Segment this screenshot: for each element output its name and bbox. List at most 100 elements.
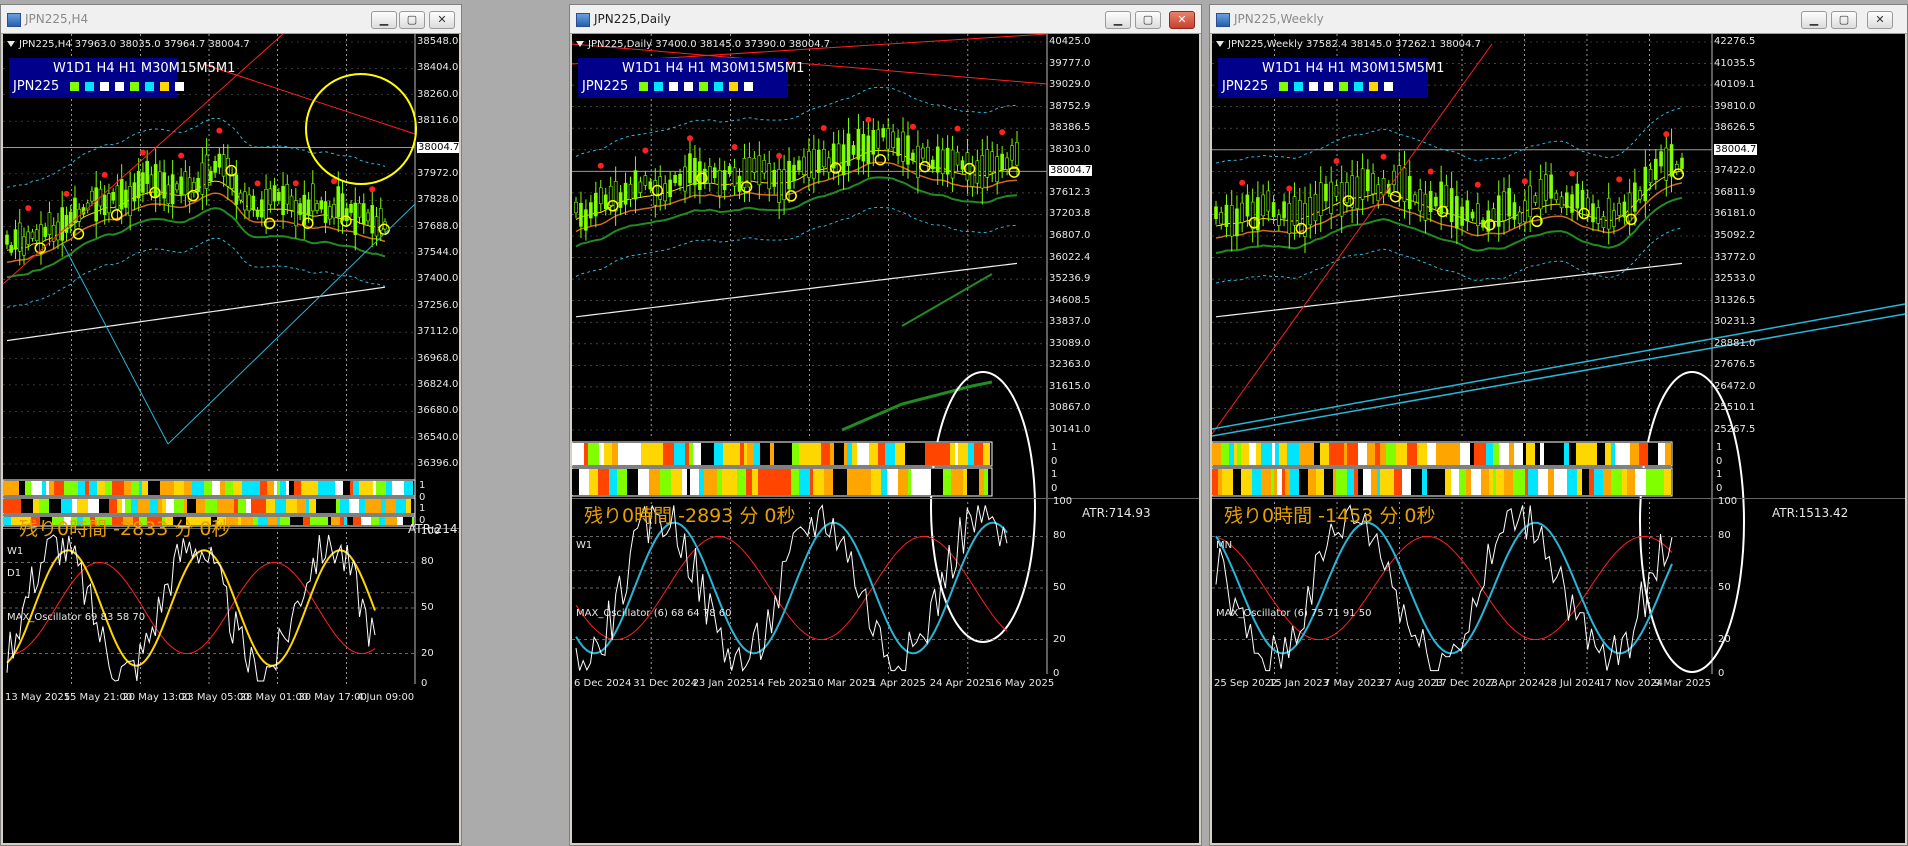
strip-segment — [1380, 443, 1386, 465]
candle-body — [1287, 203, 1292, 234]
candle-body — [166, 184, 171, 204]
strip-segment — [811, 443, 821, 465]
chart-window-icon — [7, 13, 21, 27]
strip-segment — [1380, 469, 1384, 495]
tf-square — [1279, 82, 1288, 91]
price-label: 36540.0 — [417, 431, 459, 443]
strip-segment — [1597, 443, 1605, 465]
candle-body — [985, 149, 990, 178]
strip-segment — [1564, 443, 1569, 465]
candle-body — [782, 169, 786, 201]
close-button[interactable]: ✕ — [429, 11, 455, 29]
long-ma-line — [575, 262, 1018, 318]
minimize-button[interactable]: ▁ — [371, 11, 397, 29]
chart-window-daily[interactable]: JPN225,Daily ▁ ▢ ✕ JPN225,Daily 37400.0 … — [569, 4, 1202, 846]
maximize-button[interactable]: ▢ — [1135, 11, 1161, 29]
price-label: 41035.5 — [1714, 57, 1756, 69]
strip-segment — [1402, 469, 1411, 495]
price-chart-canvas[interactable] — [572, 34, 1199, 843]
indicator-scale-label: 0 — [1716, 482, 1723, 494]
strip-segment — [1630, 443, 1639, 465]
candle-body — [1277, 214, 1281, 226]
strip-segment — [1526, 443, 1535, 465]
strip-segment — [1256, 443, 1261, 465]
candle-body — [1334, 185, 1339, 197]
strip-segment — [222, 499, 234, 513]
strip-segment — [1486, 443, 1493, 465]
dropdown-triangle-icon — [576, 41, 584, 47]
candle-body — [9, 245, 14, 253]
strip-segment — [1538, 469, 1548, 495]
strip-segment — [78, 481, 85, 495]
ma-line — [901, 273, 993, 327]
candle-body — [306, 199, 311, 216]
window-titlebar[interactable]: JPN225,Weekly ▁ ▢ ✕ — [1210, 5, 1907, 34]
minimize-button[interactable]: ▁ — [1105, 11, 1131, 29]
price-label: 35236.9 — [1049, 273, 1091, 285]
price-label: 37828.0 — [417, 194, 459, 206]
candle-body — [361, 203, 366, 225]
strip-segment — [122, 499, 125, 513]
candle-body — [285, 184, 290, 205]
price-label: 36396.0 — [417, 458, 459, 469]
strip-segment — [1347, 469, 1354, 495]
candle-body — [633, 170, 638, 200]
strip-segment — [1329, 443, 1337, 465]
price-label: 36680.0 — [417, 405, 459, 417]
fractal-marker — [1286, 185, 1293, 192]
oscillator-level-label: 0 — [1718, 668, 1725, 679]
strip-segment — [89, 481, 97, 495]
candle-body — [56, 221, 60, 241]
strip-segment — [647, 443, 652, 465]
strip-segment — [1474, 443, 1486, 465]
oscillator-level-label: 100 — [1053, 496, 1073, 507]
candle-body — [712, 167, 717, 179]
strip-segment — [160, 481, 164, 495]
strip-segment — [638, 469, 646, 495]
candle-body — [234, 174, 239, 205]
strip-segment — [15, 499, 21, 513]
fractal-marker — [1663, 131, 1670, 138]
close-button[interactable]: ✕ — [1867, 11, 1893, 29]
oscillator-level-label: 0 — [421, 678, 428, 689]
candle-body — [1282, 201, 1286, 219]
price-label: 27676.5 — [1714, 359, 1756, 371]
strip-segment — [242, 481, 254, 495]
maximize-button[interactable]: ▢ — [399, 11, 425, 29]
chart-area[interactable]: JPN225,H4 37963.0 38035.0 37964.7 38004.… — [3, 34, 459, 843]
chart-window-h4[interactable]: JPN225,H4 ▁ ▢ ✕ JPN225,H4 37963.0 38035.… — [0, 4, 462, 846]
window-titlebar[interactable]: JPN225,Daily ▁ ▢ ✕ — [570, 5, 1201, 34]
minimize-icon: ▁ — [379, 13, 389, 26]
candle-body — [965, 152, 970, 181]
candle-body — [1439, 181, 1443, 215]
strip-segment — [791, 469, 799, 495]
strip-segment — [1635, 469, 1646, 495]
chart-area[interactable]: JPN225,Daily 37400.0 38145.0 37390.0 380… — [572, 34, 1199, 843]
fractal-marker — [1474, 181, 1481, 188]
window-titlebar[interactable]: JPN225,H4 ▁ ▢ ✕ — [1, 5, 461, 34]
strip-segment — [1653, 469, 1664, 495]
tf-square — [175, 82, 184, 91]
date-label: 6 Dec 2024 — [574, 678, 632, 689]
chart-window-weekly[interactable]: JPN225,Weekly ▁ ▢ ✕ JPN225,Weekly 37582.… — [1209, 4, 1908, 846]
strip-segment — [1303, 443, 1314, 465]
candle-body — [1680, 157, 1684, 169]
candle-body — [39, 224, 43, 252]
strip-segment — [3, 499, 15, 513]
candle-body — [1360, 168, 1365, 200]
candle-body — [268, 188, 273, 206]
chart-area[interactable]: JPN225,Weekly 37582.4 38145.0 37262.1 38… — [1212, 34, 1905, 843]
strip-segment — [42, 481, 46, 495]
candle-body — [107, 193, 111, 214]
strip-segment — [340, 499, 349, 513]
price-chart-canvas[interactable] — [3, 34, 459, 843]
candle-body — [1371, 173, 1375, 195]
candle-body — [574, 201, 578, 214]
minimize-button[interactable]: ▁ — [1801, 11, 1827, 29]
close-button[interactable]: ✕ — [1169, 11, 1195, 29]
tf-square — [70, 82, 79, 91]
price-chart-canvas[interactable] — [1212, 34, 1905, 843]
maximize-button[interactable]: ▢ — [1831, 11, 1857, 29]
strip-segment — [1233, 469, 1241, 495]
fractal-marker — [865, 116, 872, 123]
